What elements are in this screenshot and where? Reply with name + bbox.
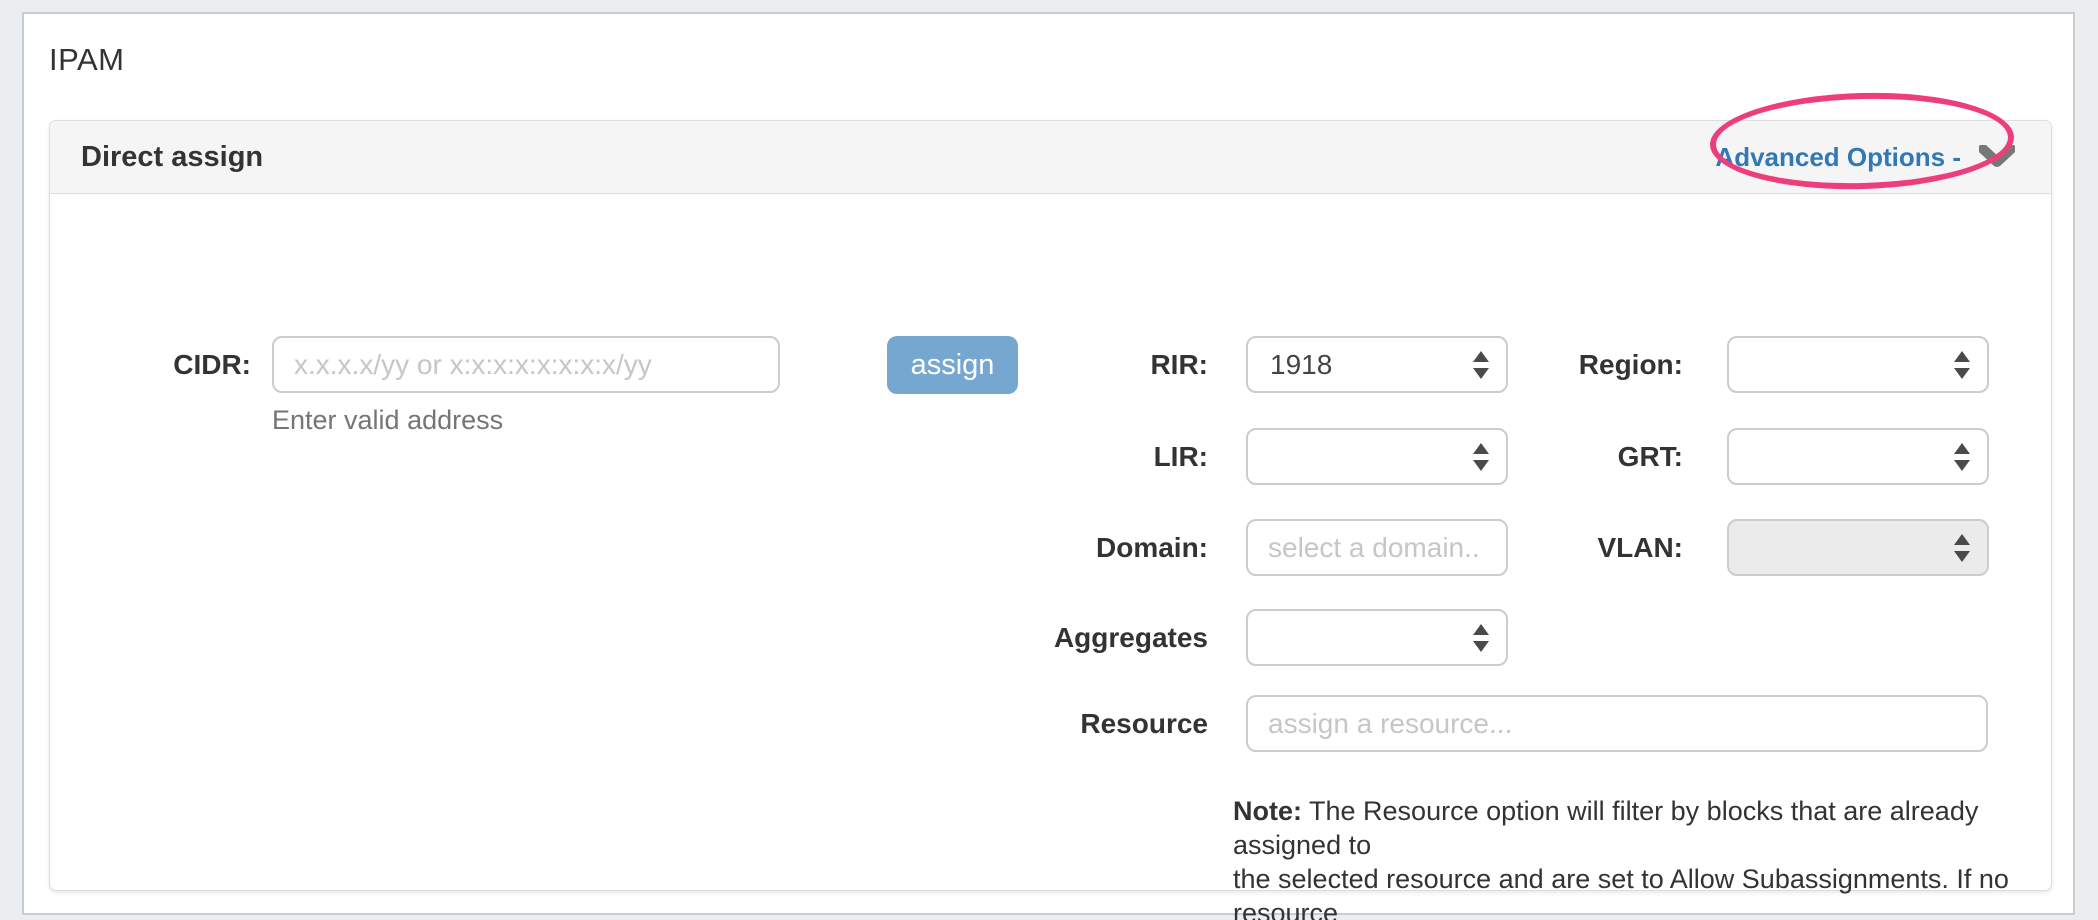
lir-label: LIR: xyxy=(910,428,1208,485)
panel-header: Direct assign Advanced Options - xyxy=(50,121,2051,194)
resource-note: Note: The Resource option will filter by… xyxy=(1233,794,2043,920)
note-line: Note: The Resource option will filter by… xyxy=(1233,794,2043,862)
direct-assign-panel: Direct assign Advanced Options - CIDR: E… xyxy=(49,120,2052,891)
vlan-label: VLAN: xyxy=(1500,519,1683,576)
note-label: Note: xyxy=(1233,796,1302,826)
grt-select[interactable] xyxy=(1727,428,1989,485)
note-line: the selected resource and are set to All… xyxy=(1233,862,2043,920)
domain-label: Domain: xyxy=(910,519,1208,576)
up-down-arrows-icon xyxy=(1472,623,1490,653)
resource-input[interactable] xyxy=(1246,695,1988,752)
advanced-options-label[interactable]: Advanced Options - xyxy=(1715,142,1961,173)
panel-title: Direct assign xyxy=(81,141,263,174)
domain-input[interactable] xyxy=(1246,519,1508,576)
rir-select-value: 1918 xyxy=(1270,349,1332,381)
cidr-help-text: Enter valid address xyxy=(272,405,503,436)
vlan-select xyxy=(1727,519,1989,576)
region-label: Region: xyxy=(1500,336,1683,393)
cidr-label: CIDR: xyxy=(70,336,251,393)
region-select[interactable] xyxy=(1727,336,1989,393)
up-down-arrows-icon xyxy=(1953,350,1971,380)
content-card: IPAM Direct assign Advanced Options - CI… xyxy=(22,12,2075,915)
resource-label: Resource xyxy=(910,695,1208,752)
lir-select[interactable] xyxy=(1246,428,1508,485)
chevron-down-icon[interactable] xyxy=(1979,145,2015,170)
advanced-options-toggle[interactable]: Advanced Options - xyxy=(1715,142,2015,173)
cidr-input[interactable] xyxy=(272,336,780,393)
rir-label: RIR: xyxy=(910,336,1208,393)
up-down-arrows-icon xyxy=(1953,442,1971,472)
grt-label: GRT: xyxy=(1500,428,1683,485)
page-title: IPAM xyxy=(49,42,125,78)
aggregates-label: Aggregates xyxy=(910,609,1208,666)
up-down-arrows-icon xyxy=(1953,533,1971,563)
aggregates-select[interactable] xyxy=(1246,609,1508,666)
up-down-arrows-icon xyxy=(1472,442,1490,472)
page-background: IPAM Direct assign Advanced Options - CI… xyxy=(0,0,2098,920)
up-down-arrows-icon xyxy=(1472,350,1490,380)
panel-body: CIDR: Enter valid address assign RIR: 19… xyxy=(50,194,2051,890)
rir-select[interactable]: 1918 xyxy=(1246,336,1508,393)
